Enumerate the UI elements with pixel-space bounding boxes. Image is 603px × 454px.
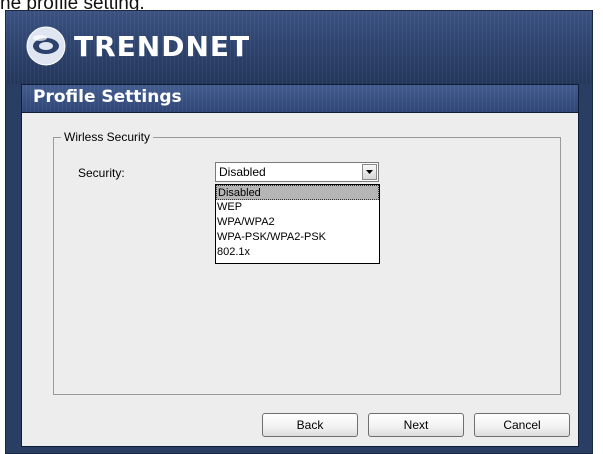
security-label: Security: bbox=[78, 166, 125, 180]
option-802-1x[interactable]: 802.1x bbox=[216, 245, 379, 260]
brand-header: TRENDNET bbox=[6, 11, 592, 84]
security-options-list: Disabled WEP WPA/WPA2 WPA-PSK/WPA2-PSK 8… bbox=[215, 184, 380, 264]
security-select[interactable]: Disabled bbox=[215, 162, 379, 182]
trendnet-logo: TRENDNET bbox=[26, 26, 250, 66]
group-legend: Wirless Security bbox=[61, 130, 154, 144]
next-button[interactable]: Next bbox=[368, 413, 464, 437]
wizard-window: TRENDNET Profile Settings Wirless Securi… bbox=[5, 10, 593, 454]
option-wpa-wpa2[interactable]: WPA/WPA2 bbox=[216, 215, 379, 230]
option-wpa-psk-wpa2-psk[interactable]: WPA-PSK/WPA2-PSK bbox=[216, 230, 379, 245]
cancel-button[interactable]: Cancel bbox=[474, 413, 570, 437]
brand-name: TRENDNET bbox=[74, 29, 251, 63]
option-disabled[interactable]: Disabled bbox=[216, 185, 379, 200]
dropdown-arrow-button[interactable] bbox=[362, 164, 377, 180]
option-wep[interactable]: WEP bbox=[216, 200, 379, 215]
security-select-value: Disabled bbox=[219, 165, 266, 179]
content-panel: Wirless Security Security: Disabled Disa… bbox=[21, 112, 579, 447]
back-button[interactable]: Back bbox=[262, 413, 358, 437]
title-bar: Profile Settings bbox=[21, 84, 579, 112]
window-title: Profile Settings bbox=[33, 87, 182, 107]
chevron-down-icon bbox=[366, 170, 373, 174]
trendnet-logo-icon bbox=[26, 26, 66, 66]
